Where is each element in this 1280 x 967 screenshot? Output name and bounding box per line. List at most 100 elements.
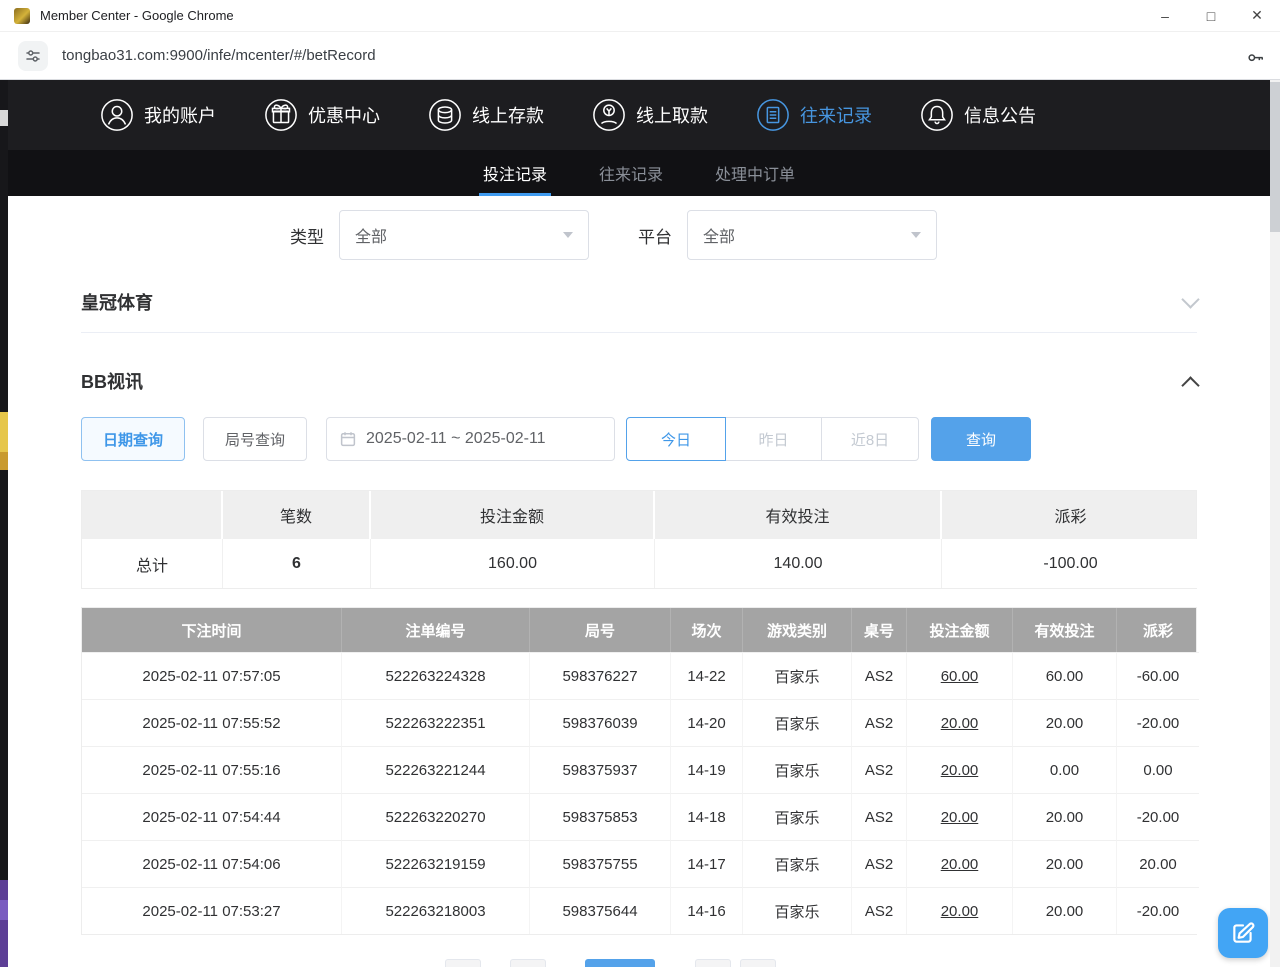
pagination-button[interactable] — [445, 959, 481, 967]
chevron-up-icon[interactable] — [1181, 376, 1199, 394]
scrollbar-thumb[interactable] — [1270, 82, 1280, 232]
cell-bet-time: 2025-02-11 07:57:05 — [82, 652, 342, 699]
nav-label: 信息公告 — [964, 102, 1036, 128]
date-range-input[interactable]: 2025-02-11 ~ 2025-02-11 — [326, 417, 615, 461]
summary-header-row: 笔数 投注金额 有效投注 派彩 — [82, 491, 1196, 539]
cell-session: 14-16 — [671, 887, 743, 934]
chevron-down-icon — [563, 232, 573, 238]
cell-game-type: 百家乐 — [743, 840, 852, 887]
page-background-strip — [0, 80, 8, 967]
nav-label: 往来记录 — [800, 102, 872, 128]
cell-payout: -20.00 — [1117, 793, 1199, 840]
type-select[interactable]: 全部 — [339, 210, 589, 260]
pagination-button[interactable] — [510, 959, 546, 967]
cell-bet-amount-link[interactable]: 20.00 — [907, 887, 1013, 934]
header-session: 场次 — [671, 608, 743, 652]
header-bet-amount: 投注金额 — [907, 608, 1013, 652]
today-button[interactable]: 今日 — [626, 417, 726, 461]
search-button[interactable]: 查询 — [931, 417, 1031, 461]
bb-video-section-header[interactable]: BB视讯 — [81, 369, 1197, 393]
cell-round-number: 598375937 — [530, 746, 671, 793]
maximize-button[interactable]: □ — [1188, 0, 1234, 32]
cell-payout: -20.00 — [1117, 887, 1199, 934]
nav-item-online-deposit[interactable]: 线上存款 — [428, 98, 544, 132]
cell-bet-number: 522263222351 — [342, 699, 530, 746]
pagination-button[interactable] — [740, 959, 776, 967]
cell-bet-number: 522263218003 — [342, 887, 530, 934]
nav-label: 线上取款 — [636, 102, 708, 128]
header-game-type: 游戏类别 — [743, 608, 852, 652]
quick-date-group: 今日 昨日 近8日 — [626, 417, 919, 461]
summary-valid-bet-value: 140.00 — [655, 539, 942, 588]
table-row: 2025-02-11 07:55:52 522263222351 5983760… — [82, 699, 1196, 746]
platform-select[interactable]: 全部 — [687, 210, 937, 260]
feedback-edit-button[interactable] — [1218, 908, 1268, 958]
nav-item-online-withdraw[interactable]: 线上取款 — [592, 98, 708, 132]
minimize-button[interactable]: – — [1142, 0, 1188, 32]
cell-session: 14-20 — [671, 699, 743, 746]
bet-record-content: 类型 全部 平台 全部 皇冠体育 BB视讯 — [8, 210, 1270, 967]
section-title: 皇冠体育 — [81, 289, 153, 315]
address-bar[interactable]: tongbao31.com:9900/infe/mcenter/#/betRec… — [62, 47, 1246, 64]
cell-bet-amount-link[interactable]: 20.00 — [907, 840, 1013, 887]
cell-bet-amount-link[interactable]: 20.00 — [907, 793, 1013, 840]
record-subtabs: 投注记录 往来记录 处理中订单 — [8, 150, 1270, 196]
table-row: 2025-02-11 07:54:06 522263219159 5983757… — [82, 840, 1196, 887]
nav-item-transaction-records[interactable]: 往来记录 — [756, 98, 872, 132]
crown-sports-section-header[interactable]: 皇冠体育 — [81, 290, 1197, 314]
yesterday-button[interactable]: 昨日 — [725, 417, 822, 461]
section-divider — [81, 332, 1197, 333]
site-info-icon[interactable] — [18, 41, 48, 71]
cell-bet-amount-link[interactable]: 20.00 — [907, 699, 1013, 746]
cell-game-type: 百家乐 — [743, 699, 852, 746]
active-tab-underline — [479, 193, 551, 196]
page-scrollbar[interactable] — [1270, 80, 1280, 967]
summary-table: 笔数 投注金额 有效投注 派彩 总计 6 160.00 140.00 -100.… — [81, 490, 1197, 589]
cell-bet-amount-link[interactable]: 60.00 — [907, 652, 1013, 699]
tab-label: 处理中订单 — [715, 161, 795, 185]
date-query-button[interactable]: 日期查询 — [81, 417, 185, 461]
cell-round-number: 598375853 — [530, 793, 671, 840]
coins-deposit-icon — [428, 98, 462, 132]
tab-label: 投注记录 — [483, 161, 547, 185]
cell-round-number: 598376227 — [530, 652, 671, 699]
cell-valid-bet: 20.00 — [1013, 699, 1117, 746]
main-navbar: 我的账户 优惠中心 线上存款 线上取款 — [8, 80, 1270, 150]
user-icon — [100, 98, 134, 132]
nav-item-promo-center[interactable]: 优惠中心 — [264, 98, 380, 132]
nav-item-announcements[interactable]: 信息公告 — [920, 98, 1036, 132]
cell-round-number: 598376039 — [530, 699, 671, 746]
platform-filter-label: 平台 — [638, 223, 672, 248]
type-filter-label: 类型 — [290, 223, 324, 248]
password-key-icon[interactable] — [1246, 46, 1266, 66]
cell-table-number: AS2 — [852, 699, 907, 746]
round-query-button[interactable]: 局号查询 — [203, 417, 307, 461]
pagination — [445, 959, 1197, 967]
cell-valid-bet: 60.00 — [1013, 652, 1117, 699]
header-table-number: 桌号 — [852, 608, 907, 652]
nav-item-my-account[interactable]: 我的账户 — [100, 98, 216, 132]
header-bet-number: 注单编号 — [342, 608, 530, 652]
summary-total-label: 总计 — [82, 539, 223, 588]
tab-processing-orders[interactable]: 处理中订单 — [711, 150, 799, 196]
coin-withdraw-icon — [592, 98, 626, 132]
cell-table-number: AS2 — [852, 652, 907, 699]
platform-select-value: 全部 — [703, 223, 735, 247]
cell-bet-amount-link[interactable]: 20.00 — [907, 746, 1013, 793]
pagination-button-active[interactable] — [585, 959, 655, 967]
filter-row: 类型 全部 平台 全部 — [81, 210, 1197, 260]
browser-viewport: 我的账户 优惠中心 线上存款 线上取款 — [0, 80, 1280, 967]
table-row: 2025-02-11 07:57:05 522263224328 5983762… — [82, 652, 1196, 699]
cell-bet-number: 522263221244 — [342, 746, 530, 793]
cell-game-type: 百家乐 — [743, 652, 852, 699]
summary-header-payout: 派彩 — [942, 491, 1199, 539]
cell-game-type: 百家乐 — [743, 887, 852, 934]
pagination-button[interactable] — [695, 959, 731, 967]
cell-table-number: AS2 — [852, 746, 907, 793]
tab-bet-record[interactable]: 投注记录 — [479, 150, 551, 196]
last-8-days-button[interactable]: 近8日 — [821, 417, 919, 461]
tab-transaction-record[interactable]: 往来记录 — [595, 150, 667, 196]
browser-titlebar: Member Center - Google Chrome – □ ✕ — [0, 0, 1280, 32]
chevron-down-icon[interactable] — [1181, 290, 1199, 308]
close-button[interactable]: ✕ — [1234, 0, 1280, 32]
